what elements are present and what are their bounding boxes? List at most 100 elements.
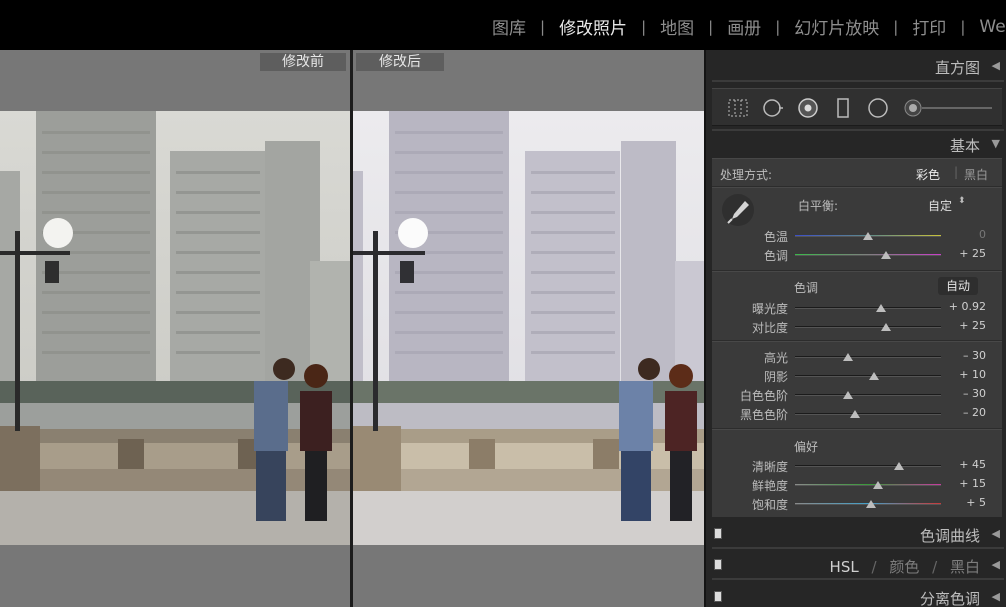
split-toning-header[interactable]: 分离色调 ◀ [710,585,1006,607]
slider-value[interactable]: + 45 [942,458,986,471]
module-tab[interactable]: We [965,17,1006,37]
slider-track[interactable] [795,254,941,256]
tone-curve-divider [712,547,1004,549]
updown-icon: ⬍ [958,196,966,206]
slider-track[interactable] [795,326,941,328]
panel-toggle-switch[interactable] [714,559,722,570]
after-label: 修改后 [356,53,444,71]
slider-thumb[interactable] [865,500,876,508]
slider-label: 饱和度 [751,498,788,512]
slider-track[interactable] [795,413,941,415]
slider-label: 高光 [763,351,788,365]
slider-value[interactable]: + 0.92 [942,300,986,313]
module-tab[interactable]: 打印 [898,14,960,39]
module-tab[interactable]: 地图 [646,14,708,39]
slider-label: 白色色阶 [739,389,788,403]
slider-track[interactable] [795,394,941,396]
presence-title: 偏好 [794,440,819,454]
presence-separator [712,428,1002,430]
slider-label: 色温 [763,230,788,244]
slider-thumb[interactable] [868,372,879,380]
eyedropper-icon[interactable] [720,193,756,227]
auto-tone-button[interactable]: 自动 [938,277,979,295]
tone-title: 色调 [794,281,819,295]
red-eye-icon[interactable] [797,97,819,119]
slider-thumb[interactable] [849,410,860,418]
slider-value[interactable]: + 10 [942,368,986,381]
slider-thumb[interactable] [842,353,853,361]
tab-separator: / [871,558,877,576]
tone-curve-header[interactable]: 色调曲线 ◀ [710,522,1006,546]
after-pane: 修改后 [353,50,704,607]
graduated-filter-icon[interactable] [832,97,854,119]
slider-track[interactable] [795,484,941,486]
slider-value[interactable]: + 15 [942,477,986,490]
slider-track[interactable] [795,356,941,358]
treatment-bw-button[interactable]: 黑白 [964,166,988,183]
hsl-divider [712,578,1004,580]
panel-toggle-switch[interactable] [714,528,722,539]
before-photo [0,111,350,545]
slider-thumb[interactable] [863,232,873,240]
tone-separator [712,340,1002,342]
tone-curve-title: 色调曲线 [919,527,980,545]
slider-track[interactable] [795,465,941,467]
histogram-header[interactable]: 直方图 ◀ [710,54,1006,78]
slider-label: 清晰度 [751,460,788,474]
module-picker: 图库 | 修改照片 | 地图 | 画册 | 幻灯片放映 | 打印 | We [0,0,1006,50]
before-label: 修改前 [260,53,346,71]
radial-filter-icon[interactable] [867,97,889,119]
before-pane: 修改前 [0,50,350,607]
slider-thumb[interactable] [876,304,887,312]
treatment-separator: | [954,165,959,179]
before-after-viewer: 修改前 修改后 [0,50,704,607]
tab-separator: / [932,558,938,576]
slider-thumb[interactable] [880,323,891,331]
slider-thumb[interactable] [842,391,853,399]
slider-thumb[interactable] [893,462,904,470]
basic-title: 基本 [949,137,980,155]
split-toning-title: 分离色调 [919,590,980,607]
treatment-color-button[interactable]: 彩色 [916,166,940,183]
develop-right-panel: 直方图 ◀ 基本 ▼ 处理方式: 彩色 | 黑白 白平衡: 自定 ⬍ 色温 0 … [704,50,1006,607]
spot-removal-icon[interactable] [762,97,784,119]
slider-label: 曝光度 [751,302,788,316]
hsl-header[interactable]: HSL / 颜色 / 黑白 ◀ [710,553,1006,577]
white-balance-select[interactable]: 自定 [928,197,952,214]
hsl-tabs: HSL / 颜色 / 黑白 [830,556,980,577]
basic-header[interactable]: 基本 ▼ [710,132,1006,156]
slider-thumb[interactable] [880,251,891,259]
tools-divider [712,129,1004,131]
slider-value[interactable]: – 20 [942,406,986,419]
slider-label: 阴影 [763,370,788,384]
collapse-left-icon: ◀ [991,59,1000,72]
slider-value[interactable]: + 25 [942,319,986,332]
slider-label: 对比度 [751,321,788,335]
white-balance-label: 白平衡: [798,199,839,213]
module-tab[interactable]: 画册 [713,14,775,39]
collapse-left-icon: ◀ [991,590,1000,603]
basic-panel: 处理方式: 彩色 | 黑白 白平衡: 自定 ⬍ 色温 0 色调 + 25 色调 自动 … [712,158,1002,517]
module-tab[interactable]: 图库 [478,14,540,39]
collapse-left-icon: ◀ [991,527,1000,540]
adjustment-brush-slider[interactable] [902,97,994,119]
tab-color[interactable]: 颜色 [889,558,919,576]
slider-label: 黑色色阶 [739,408,788,422]
histogram-divider [712,80,1004,82]
module-tab[interactable]: 幻灯片放映 [780,14,893,39]
slider-value[interactable]: + 5 [942,496,986,509]
crop-overlay-icon[interactable] [727,97,749,119]
wb-separator [712,270,1002,272]
slider-track[interactable] [795,307,941,309]
slider-thumb[interactable] [873,481,884,489]
collapse-left-icon: ◀ [991,558,1000,571]
slider-value[interactable]: – 30 [942,349,986,362]
panel-toggle-switch[interactable] [714,591,722,602]
slider-value[interactable]: – 30 [942,387,986,400]
tool-strip [712,88,1002,126]
slider-value[interactable]: 0 [942,228,986,241]
tab-hsl[interactable]: HSL [830,558,859,576]
slider-value[interactable]: + 25 [942,247,986,260]
tab-bw[interactable]: 黑白 [950,558,980,576]
module-tab[interactable]: 修改照片 [545,14,641,39]
